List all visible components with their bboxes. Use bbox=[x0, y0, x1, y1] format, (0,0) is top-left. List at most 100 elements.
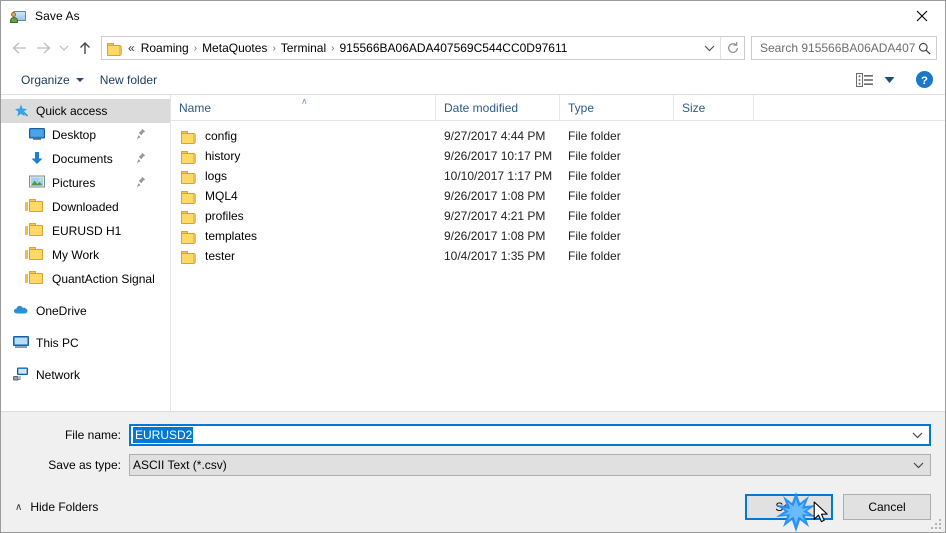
sidebar-item-label: EURUSD H1 bbox=[52, 224, 122, 238]
file-name-label: templates bbox=[205, 229, 258, 243]
folder-icon bbox=[25, 271, 45, 287]
file-date-cell: 10/4/2017 1:35 PM bbox=[444, 249, 546, 263]
search-icon bbox=[916, 42, 932, 55]
view-layout-icon[interactable] bbox=[855, 71, 875, 89]
column-header-date-modified[interactable]: Date modified bbox=[436, 95, 560, 120]
file-name-row: File name: EURUSD2 bbox=[15, 424, 931, 446]
folder-icon bbox=[181, 230, 197, 244]
chevron-up-icon: ∧ bbox=[15, 501, 23, 513]
up-button[interactable] bbox=[73, 36, 97, 60]
table-row[interactable]: tester 10/4/2017 1:35 PM File folder bbox=[171, 246, 945, 266]
file-name-input[interactable]: EURUSD2 bbox=[129, 424, 931, 446]
search-box[interactable]: Search 915566BA06ADA40756... bbox=[751, 36, 937, 60]
breadcrumb-item-metaquotes[interactable]: MetaQuotes bbox=[199, 39, 270, 57]
sidebar-item-network[interactable]: Network bbox=[1, 363, 170, 387]
file-list-rows: config 9/27/2017 4:44 PM File folder his… bbox=[171, 121, 945, 411]
close-icon[interactable] bbox=[899, 1, 945, 31]
table-row[interactable]: profiles 9/27/2017 4:21 PM File folder bbox=[171, 206, 945, 226]
file-name-cell: config bbox=[171, 129, 436, 144]
breadcrumb-item-instance[interactable]: 915566BA06ADA407569C544CC0D97611 bbox=[336, 39, 570, 57]
folder-icon bbox=[181, 150, 197, 164]
folder-icon bbox=[107, 41, 123, 56]
chevron-down-icon bbox=[704, 45, 714, 52]
cancel-button[interactable]: Cancel bbox=[843, 494, 931, 520]
sidebar-item-eurusd-h1[interactable]: EURUSD H1 bbox=[1, 219, 170, 243]
refresh-icon[interactable] bbox=[720, 37, 744, 59]
forward-button[interactable] bbox=[31, 36, 55, 60]
navigation-bar: « Roaming › MetaQuotes › Terminal › 9155… bbox=[1, 31, 945, 65]
breadcrumb-item-terminal[interactable]: Terminal bbox=[278, 39, 329, 57]
file-name-cell: MQL4 bbox=[171, 189, 436, 204]
pictures-icon bbox=[29, 175, 45, 191]
file-name-label: MQL4 bbox=[205, 189, 238, 203]
table-row[interactable]: history 9/26/2017 10:17 PM File folder bbox=[171, 146, 945, 166]
file-name-label: tester bbox=[205, 249, 236, 263]
view-dropdown-button[interactable] bbox=[879, 71, 899, 89]
sidebar-item-quantaction-signal[interactable]: QuantAction Signal bbox=[1, 267, 170, 291]
hide-folders-button[interactable]: ∧ Hide Folders bbox=[15, 500, 98, 514]
sidebar-item-downloaded[interactable]: Downloaded bbox=[1, 195, 170, 219]
save-as-dialog: Save As « Roaming › MetaQuotes › Termina… bbox=[0, 0, 946, 533]
organize-button[interactable]: Organize bbox=[15, 70, 90, 90]
table-row[interactable]: logs 10/10/2017 1:17 PM File folder bbox=[171, 166, 945, 186]
chevron-down-icon bbox=[75, 77, 84, 82]
breadcrumb-separator[interactable]: › bbox=[192, 43, 199, 54]
sidebar-item-onedrive[interactable]: OneDrive bbox=[1, 299, 170, 323]
sidebar-item-desktop[interactable]: Desktop bbox=[1, 123, 170, 147]
sidebar-item-pictures[interactable]: Pictures bbox=[1, 171, 170, 195]
sidebar-item-this-pc[interactable]: This PC bbox=[1, 331, 170, 355]
sidebar-item-my-work[interactable]: My Work bbox=[1, 243, 170, 267]
sidebar-item-quick-access[interactable]: Quick access bbox=[1, 99, 170, 123]
arrow-left-icon bbox=[12, 42, 26, 54]
address-dropdown-button[interactable] bbox=[698, 37, 720, 59]
file-name-label: File name: bbox=[64, 428, 121, 442]
sidebar-item-label: My Work bbox=[52, 248, 100, 262]
help-icon[interactable]: ? bbox=[913, 69, 935, 91]
table-row[interactable]: templates 9/26/2017 1:08 PM File folder bbox=[171, 226, 945, 246]
sidebar-item-label: Documents bbox=[52, 152, 113, 166]
file-date-cell: 9/26/2017 1:08 PM bbox=[444, 229, 546, 243]
arrow-right-icon bbox=[36, 42, 50, 54]
pin-icon[interactable] bbox=[136, 152, 146, 164]
save-button[interactable]: Save bbox=[745, 494, 833, 520]
save-as-type-row: Save as type: ASCII Text (*.csv) bbox=[15, 454, 931, 476]
file-type-cell: File folder bbox=[568, 129, 621, 143]
folder-icon bbox=[181, 250, 197, 264]
back-button[interactable] bbox=[7, 36, 31, 60]
column-header-name[interactable]: Name ∧ bbox=[171, 95, 436, 120]
sort-ascending-icon: ∧ bbox=[301, 96, 308, 106]
new-folder-label: New folder bbox=[99, 72, 158, 87]
chevron-down-icon bbox=[884, 76, 894, 83]
column-header-type[interactable]: Type bbox=[560, 95, 674, 120]
breadcrumb-item-roaming[interactable]: Roaming bbox=[138, 39, 192, 57]
file-type-cell: File folder bbox=[568, 189, 621, 203]
pin-icon[interactable] bbox=[136, 176, 146, 188]
new-folder-button[interactable]: New folder bbox=[94, 70, 163, 90]
recent-locations-button[interactable] bbox=[55, 36, 73, 60]
breadcrumb-separator[interactable]: › bbox=[329, 43, 336, 54]
search-input[interactable]: Search 915566BA06ADA40756... bbox=[760, 41, 916, 55]
navigation-pane: Quick access Desktop Documents Pictures … bbox=[1, 95, 171, 411]
file-name-label: history bbox=[205, 149, 241, 163]
column-header-size[interactable]: Size bbox=[674, 95, 754, 120]
resize-grip-icon[interactable] bbox=[929, 517, 941, 529]
cancel-button-label: Cancel bbox=[868, 500, 906, 514]
breadcrumb-separator[interactable]: › bbox=[270, 43, 277, 54]
file-name-cell: logs bbox=[171, 169, 436, 184]
sidebar-item-label: Desktop bbox=[52, 128, 97, 142]
column-header-label: Date modified bbox=[444, 100, 519, 115]
file-name-label: logs bbox=[205, 169, 228, 183]
column-header-label: Name bbox=[179, 100, 212, 115]
network-icon bbox=[13, 367, 29, 383]
sidebar-item-documents[interactable]: Documents bbox=[1, 147, 170, 171]
pin-icon[interactable] bbox=[136, 128, 146, 140]
save-as-type-select[interactable]: ASCII Text (*.csv) bbox=[129, 454, 931, 476]
table-row[interactable]: config 9/27/2017 4:44 PM File folder bbox=[171, 126, 945, 146]
address-bar[interactable]: « Roaming › MetaQuotes › Terminal › 9155… bbox=[101, 36, 745, 60]
chevron-down-icon[interactable] bbox=[912, 426, 923, 444]
organize-label: Organize bbox=[21, 72, 70, 87]
table-row[interactable]: MQL4 9/26/2017 1:08 PM File folder bbox=[171, 186, 945, 206]
breadcrumb-lead[interactable]: « bbox=[127, 39, 138, 57]
chevron-down-icon[interactable] bbox=[913, 455, 924, 475]
save-as-type-label: Save as type: bbox=[48, 458, 121, 472]
